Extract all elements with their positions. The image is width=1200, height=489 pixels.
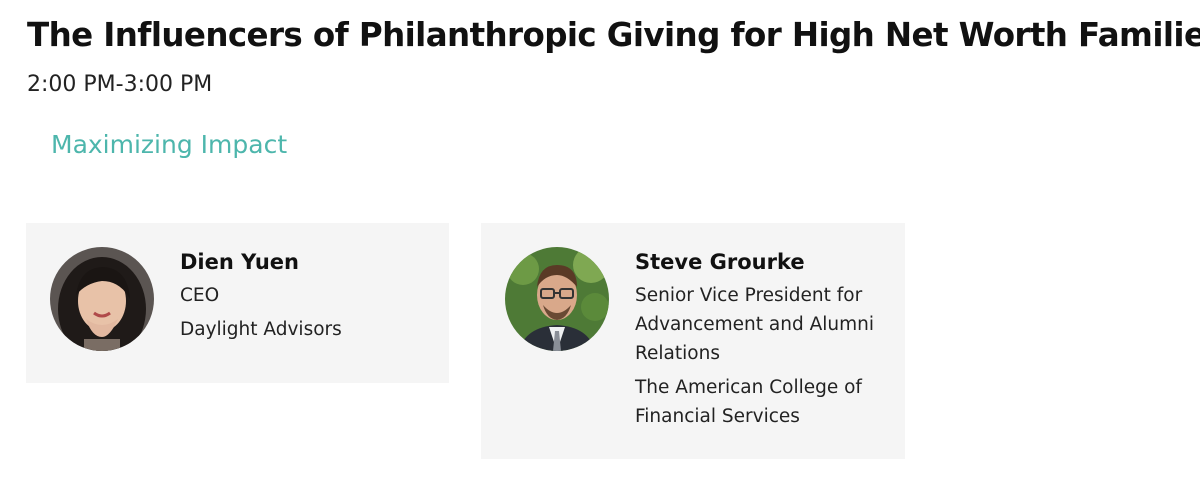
- speaker-photo-avatar[interactable]: [505, 247, 609, 351]
- session-page: The Influencers of Philanthropic Giving …: [0, 0, 1200, 489]
- speaker-photo: [50, 247, 154, 351]
- session-time: 2:00 PM-3:00 PM: [27, 72, 213, 97]
- speaker-role: Senior Vice President for Advancement an…: [635, 285, 874, 364]
- speaker-info: Dien Yuen CEO Daylight Advisors: [180, 247, 430, 344]
- speaker-card[interactable]: Steve Grourke Senior Vice President for …: [481, 223, 905, 459]
- session-title: The Influencers of Philanthropic Giving …: [27, 16, 1200, 54]
- speaker-card[interactable]: Dien Yuen CEO Daylight Advisors: [26, 223, 449, 383]
- speaker-photo: [505, 247, 609, 351]
- speaker-organization: The American College of Financial Servic…: [635, 377, 862, 427]
- speaker-photo-avatar[interactable]: [50, 247, 154, 351]
- speaker-role: CEO: [180, 285, 220, 306]
- speaker-name[interactable]: Dien Yuen: [180, 247, 430, 277]
- track-link[interactable]: Maximizing Impact: [51, 128, 287, 162]
- speaker-info: Steve Grourke Senior Vice President for …: [635, 247, 890, 431]
- speaker-organization: Daylight Advisors: [180, 319, 342, 340]
- speaker-name[interactable]: Steve Grourke: [635, 247, 890, 277]
